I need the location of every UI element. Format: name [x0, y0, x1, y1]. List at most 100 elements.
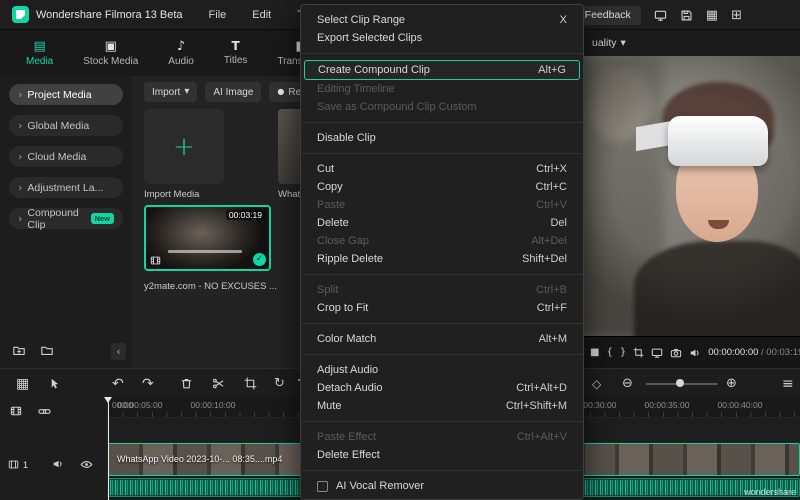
menu-item-ai-vocal-remover[interactable]: AI Vocal Remover	[301, 477, 583, 495]
filmora-logo-icon	[12, 6, 29, 23]
menu-item-mute[interactable]: Mute Ctrl+Shift+M	[301, 397, 583, 415]
player-controls: ■ { } 00:00:00:00 / 00:03:19	[584, 336, 800, 368]
preview-quality-dropdown[interactable]: uality ▾	[592, 37, 626, 49]
crop-icon[interactable]	[244, 369, 257, 398]
tab-media[interactable]: ▤ Media	[26, 40, 53, 67]
crop-preview-icon[interactable]	[633, 347, 644, 358]
mark-in-icon[interactable]: {	[606, 348, 612, 358]
menu-item-delete[interactable]: Delete Del	[301, 214, 583, 232]
tab-audio[interactable]: ♪ Audio	[168, 40, 194, 67]
menu-separator	[302, 153, 582, 154]
save-icon[interactable]	[680, 9, 693, 22]
folder-icon[interactable]	[40, 344, 54, 360]
audio-icon: ♪	[177, 40, 185, 53]
fullscreen-icon[interactable]	[651, 347, 663, 359]
titlebar-right-cluster: Feedback ▦ ⊞	[575, 0, 742, 30]
menu-separator	[302, 53, 582, 54]
menu-separator	[302, 274, 582, 275]
menu-file[interactable]: File	[209, 9, 227, 21]
sidebar-item-cloud-media[interactable]: › Cloud Media	[9, 146, 123, 167]
mute-track-icon[interactable]	[52, 458, 64, 470]
menu-item-create-compound-clip[interactable]: Create Compound Clip Alt+G	[304, 60, 580, 80]
clip-duration-badge: 00:03:19	[226, 210, 265, 220]
menu-separator	[302, 470, 582, 471]
collapse-panel-button[interactable]: ‹	[111, 343, 126, 360]
zoom-slider-knob[interactable]	[676, 379, 684, 387]
menu-item-select-clip-range[interactable]: Select Clip Range X	[301, 11, 583, 29]
import-button[interactable]: Import ▾	[144, 82, 197, 102]
plus-icon: +	[173, 134, 195, 160]
sidebar-item-compound-clip[interactable]: › Compound Clip New	[9, 208, 123, 229]
add-track-film-icon[interactable]	[10, 405, 22, 417]
clip-subtitle-art	[168, 250, 242, 253]
import-media-caption: Import Media	[144, 189, 199, 200]
delete-icon[interactable]	[180, 369, 193, 398]
tab-stock-media[interactable]: ▣ Stock Media	[83, 40, 138, 67]
new-badge: New	[91, 213, 114, 224]
menu-item-cut[interactable]: Cut Ctrl+X	[301, 160, 583, 178]
menu-item-copy[interactable]: Copy Ctrl+C	[301, 178, 583, 196]
zoom-out-icon[interactable]: ⊖	[622, 369, 633, 398]
film-icon	[150, 255, 161, 266]
sidebar-item-project-media[interactable]: › Project Media	[9, 84, 123, 105]
ruler-label: 00:00:05:00	[118, 400, 163, 410]
menu-item-paste-effect: Paste Effect Ctrl+Alt+V	[301, 428, 583, 446]
sidebar-item-global-media[interactable]: › Global Media	[9, 115, 123, 136]
zoom-in-icon[interactable]: ⊕	[726, 369, 737, 398]
clip-filename: y2mate.com - NO EXCUSES ...	[144, 281, 294, 292]
grid-icon[interactable]: ⊞	[731, 9, 742, 22]
menu-separator	[302, 421, 582, 422]
vignette	[584, 56, 800, 336]
menu-item-editing-timeline: Editing Timeline	[301, 80, 583, 98]
hide-track-eye-icon[interactable]	[80, 458, 93, 471]
menu-item-detach-audio[interactable]: Detach Audio Ctrl+Alt+D	[301, 379, 583, 397]
track-number-badge: 1	[8, 459, 28, 470]
mark-out-icon[interactable]: }	[620, 348, 626, 358]
track-header: 1	[0, 397, 108, 500]
import-media-tile[interactable]: +	[144, 109, 224, 184]
menu-item-adjust-audio[interactable]: Adjust Audio	[301, 361, 583, 379]
display-icon[interactable]	[654, 9, 667, 22]
media-toolbar: Import ▾ AI Image ● Re	[144, 82, 309, 102]
menu-item-disable-clip[interactable]: Disable Clip	[301, 129, 583, 147]
checkbox-icon[interactable]	[317, 481, 328, 492]
workspace-icon[interactable]: ▦	[16, 369, 29, 398]
menu-item-save-as-compound-clip-custom: Save as Compound Clip Custom	[301, 98, 583, 116]
menu-separator	[302, 122, 582, 123]
undo-icon[interactable]: ↶	[112, 369, 124, 398]
layout-icon[interactable]: ▦	[706, 9, 718, 22]
new-folder-icon[interactable]	[12, 344, 26, 360]
menu-item-split: Split Ctrl+B	[301, 281, 583, 299]
watermark-text: wondershare	[744, 487, 796, 497]
sidebar-item-adjustment-layer[interactable]: › Adjustment La...	[9, 177, 123, 198]
folder-actions	[12, 344, 54, 360]
menu-separator	[302, 354, 582, 355]
split-scissors-icon[interactable]	[212, 369, 225, 398]
filmora-window: Wondershare Filmora 13 Beta File Edit To…	[0, 0, 800, 500]
snapshot-icon[interactable]	[670, 347, 682, 359]
selected-clip-thumbnail[interactable]: 00:03:19 ✓	[144, 205, 271, 271]
tab-titles[interactable]: T Titles	[224, 40, 248, 66]
menu-edit[interactable]: Edit	[252, 9, 271, 21]
menu-item-paste: Paste Ctrl+V	[301, 196, 583, 214]
chevron-right-icon: ›	[18, 120, 22, 131]
ruler-label: 00:00:35:00	[645, 400, 690, 410]
menu-item-ripple-delete[interactable]: Ripple Delete Shift+Del	[301, 250, 583, 268]
stop-icon[interactable]: ■	[590, 348, 599, 358]
menu-item-crop-to-fit[interactable]: Crop to Fit Ctrl+F	[301, 299, 583, 317]
feedback-button[interactable]: Feedback	[575, 6, 641, 25]
redo-icon[interactable]: ↷	[142, 369, 154, 398]
track-manager-icon[interactable]: ≡	[782, 369, 794, 398]
volume-icon[interactable]	[689, 347, 701, 359]
caret-down-icon: ▾	[184, 87, 189, 97]
keyframe-icon[interactable]: ◇	[592, 369, 601, 398]
timecode-display: 00:00:00:00 / 00:03:19	[708, 347, 800, 358]
menu-item-delete-effect[interactable]: Delete Effect	[301, 446, 583, 464]
rotate-icon[interactable]: ↻	[274, 369, 285, 398]
cursor-icon[interactable]	[48, 369, 61, 398]
link-icon[interactable]	[38, 405, 51, 418]
menu-item-color-match[interactable]: Color Match Alt+M	[301, 330, 583, 348]
menu-item-export-selected-clips[interactable]: Export Selected Clips	[301, 29, 583, 47]
ai-image-button[interactable]: AI Image	[205, 82, 261, 102]
playhead[interactable]	[108, 397, 109, 500]
